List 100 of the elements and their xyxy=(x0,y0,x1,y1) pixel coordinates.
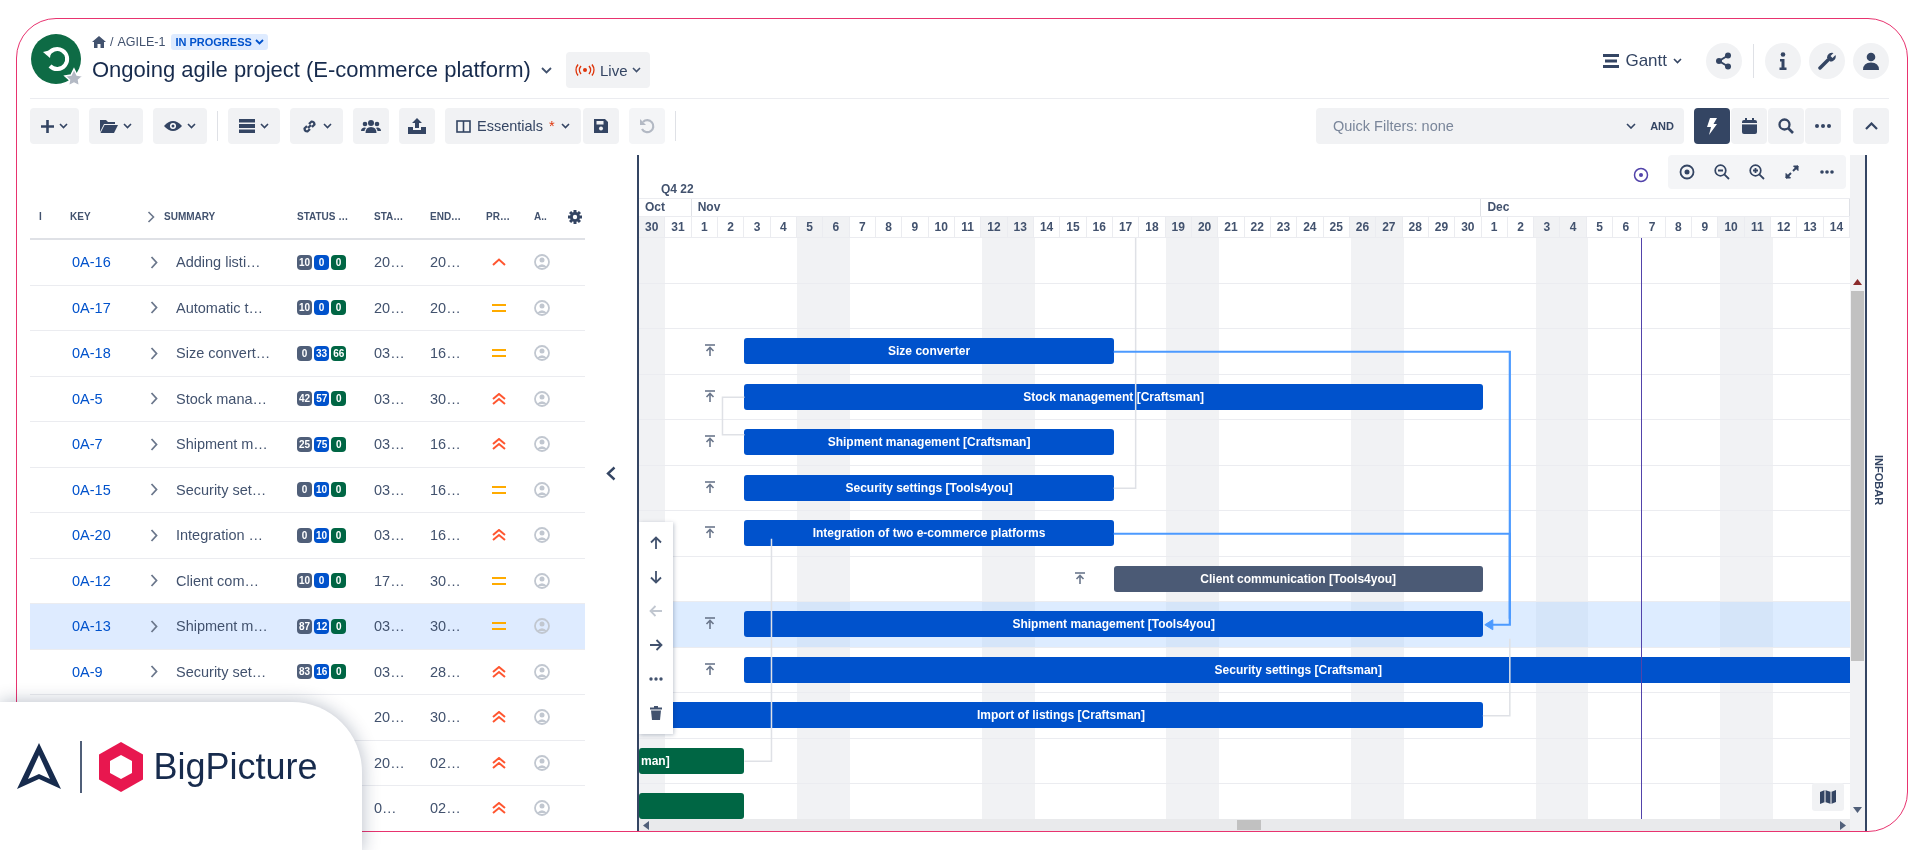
issue-key-link[interactable]: 0A-20 xyxy=(70,527,142,544)
expand-chevron-icon[interactable] xyxy=(150,255,158,269)
more-options-button[interactable] xyxy=(1805,108,1841,144)
vertical-scrollbar[interactable] xyxy=(1850,155,1865,831)
caret-icon[interactable] xyxy=(540,66,552,74)
scrollbar-thumb[interactable] xyxy=(1237,820,1261,830)
expand-chevron-icon[interactable] xyxy=(150,483,158,497)
column-header[interactable]: PR… xyxy=(486,211,534,222)
baseline-upload-icon[interactable] xyxy=(704,480,717,494)
column-header[interactable]: STATUS … xyxy=(297,211,374,222)
baseline-upload-icon[interactable] xyxy=(704,389,717,403)
expand-chevron-icon[interactable] xyxy=(150,346,158,360)
issue-key-link[interactable]: 0A-16 xyxy=(70,254,142,271)
issue-key-link[interactable]: 0A-15 xyxy=(70,481,142,498)
baseline-upload-icon[interactable] xyxy=(704,617,717,630)
table-row[interactable]: 0A-13 Shipment m… 87 12 0 03… 30… xyxy=(30,604,585,650)
auto-scheduling-toggle[interactable] xyxy=(1694,108,1730,144)
scroll-up-icon[interactable] xyxy=(1853,279,1862,285)
column-header[interactable]: A.. xyxy=(534,211,564,222)
day-label: 23 xyxy=(1270,217,1298,237)
expand-chevron-icon[interactable] xyxy=(150,665,158,679)
infobar-tab[interactable]: INFOBAR xyxy=(1872,455,1885,506)
baseline-upload-icon[interactable] xyxy=(704,526,717,539)
table-row[interactable]: 0A-9 Security set… 83 16 0 03… 28… xyxy=(30,649,585,695)
table-row[interactable]: 0A-18 Size convert… 0 33 66 03… 16… xyxy=(30,331,585,377)
settings-icon[interactable] xyxy=(567,209,582,224)
issue-key-link[interactable]: 0A-7 xyxy=(70,436,142,453)
table-row[interactable]: 0A-20 Integration … 0 10 0 03… 16… xyxy=(30,513,585,559)
table-row[interactable]: 0A-5 Stock mana… 42 57 0 03… 30… xyxy=(30,376,585,422)
task-bar[interactable]: Client communication [Tools4you] xyxy=(1113,565,1483,592)
issue-key-link[interactable]: 0A-12 xyxy=(70,572,142,589)
expand-chevron-icon[interactable] xyxy=(150,528,158,542)
scroll-right-icon[interactable] xyxy=(1840,820,1846,830)
baseline-upload-icon[interactable] xyxy=(1073,571,1086,585)
expand-chevron-icon[interactable] xyxy=(150,619,158,633)
task-bar[interactable]: Shipment management [Craftsman] xyxy=(744,429,1114,455)
task-bar[interactable]: Security settings [Tools4you] xyxy=(744,474,1114,501)
map-button[interactable] xyxy=(1812,783,1844,811)
visibility-dropdown-button[interactable] xyxy=(153,108,207,144)
home-icon[interactable] xyxy=(92,36,106,48)
issue-key-link[interactable]: 0A-13 xyxy=(70,618,142,635)
search-button[interactable] xyxy=(1768,108,1804,144)
task-bar[interactable]: Integration of two e-commerce platforms xyxy=(744,520,1114,546)
expand-chevron-icon[interactable] xyxy=(150,392,158,406)
issue-key-link[interactable]: 0A-5 xyxy=(70,390,142,407)
column-header[interactable]: END… xyxy=(430,211,486,222)
horizontal-scrollbar[interactable] xyxy=(639,819,1850,831)
view-preset-dropdown[interactable]: Essentials * xyxy=(445,108,581,144)
issue-key-link[interactable]: 0A-18 xyxy=(70,345,142,362)
filter-operator-toggle[interactable]: AND xyxy=(1650,120,1674,132)
table-row[interactable]: 0A-15 Security set… 0 10 0 03… 16… xyxy=(30,467,585,513)
project-key-link[interactable]: AGILE-1 xyxy=(117,35,166,49)
settings-button[interactable] xyxy=(1809,43,1845,79)
task-bar[interactable]: man] xyxy=(639,747,745,774)
save-button[interactable] xyxy=(582,108,619,144)
view-switch-dropdown[interactable]: Gantt xyxy=(1597,50,1688,72)
link-dropdown-button[interactable] xyxy=(290,108,343,144)
task-bar[interactable]: Shipment management [Tools4you] xyxy=(744,611,1483,637)
table-row[interactable]: 0A-7 Shipment m… 25 75 0 03… 16… xyxy=(30,422,585,468)
info-button[interactable] xyxy=(1765,43,1801,79)
collapse-header-button[interactable] xyxy=(1853,108,1889,144)
column-header[interactable]: SUMMARY xyxy=(164,211,216,222)
task-bar[interactable]: Size converter xyxy=(744,338,1114,364)
chevron-up-icon xyxy=(1864,122,1878,130)
expand-chevron-icon[interactable] xyxy=(150,437,158,451)
live-button[interactable]: Live xyxy=(565,52,651,88)
scrollbar-thumb[interactable] xyxy=(1851,291,1864,661)
column-header[interactable]: I xyxy=(30,211,70,222)
day-label: 2 xyxy=(718,217,745,237)
status-count-badge: 33 xyxy=(314,345,330,361)
start-date-cell-text: 03… xyxy=(374,527,406,544)
table-row[interactable]: 0A-17 Automatic t… 10 0 0 20… 20… xyxy=(30,285,585,331)
collapse-panel-icon[interactable] xyxy=(606,465,616,481)
column-header[interactable]: KEY xyxy=(70,211,142,222)
row-layout-dropdown-button[interactable] xyxy=(228,108,280,144)
add-dropdown-button[interactable] xyxy=(30,108,79,144)
expand-chevron-icon[interactable] xyxy=(150,574,158,588)
export-button[interactable] xyxy=(399,108,435,144)
status-dropdown[interactable]: IN PROGRESS xyxy=(171,34,268,50)
task-bar[interactable]: Security settings [Craftsman] xyxy=(744,656,1850,683)
user-profile-button[interactable] xyxy=(1853,43,1889,79)
baseline-upload-icon[interactable] xyxy=(704,662,717,676)
folder-dropdown-button[interactable] xyxy=(89,108,143,144)
user-icon xyxy=(1862,52,1880,70)
baseline-upload-icon[interactable] xyxy=(704,344,717,357)
share-button[interactable] xyxy=(1706,43,1742,79)
scroll-down-icon[interactable] xyxy=(1853,807,1862,813)
baseline-upload-icon[interactable] xyxy=(704,435,717,448)
calendar-button[interactable] xyxy=(1731,108,1767,144)
team-button[interactable] xyxy=(353,108,389,144)
quick-filters-dropdown[interactable]: Quick Filters: none AND xyxy=(1316,108,1684,144)
scroll-left-icon[interactable] xyxy=(643,820,649,830)
column-header[interactable]: STA… xyxy=(374,211,430,222)
issue-key-link[interactable]: 0A-17 xyxy=(70,299,142,316)
issue-key-link[interactable]: 0A-9 xyxy=(70,663,142,680)
expand-all-icon[interactable] xyxy=(147,210,155,223)
table-row[interactable]: 0A-16 Adding listi… 10 0 0 20… 20… xyxy=(30,240,585,286)
task-bar[interactable]: Stock management [Craftsman] xyxy=(744,383,1483,410)
day-label: 30 xyxy=(1455,217,1482,237)
expand-chevron-icon[interactable] xyxy=(150,301,158,315)
